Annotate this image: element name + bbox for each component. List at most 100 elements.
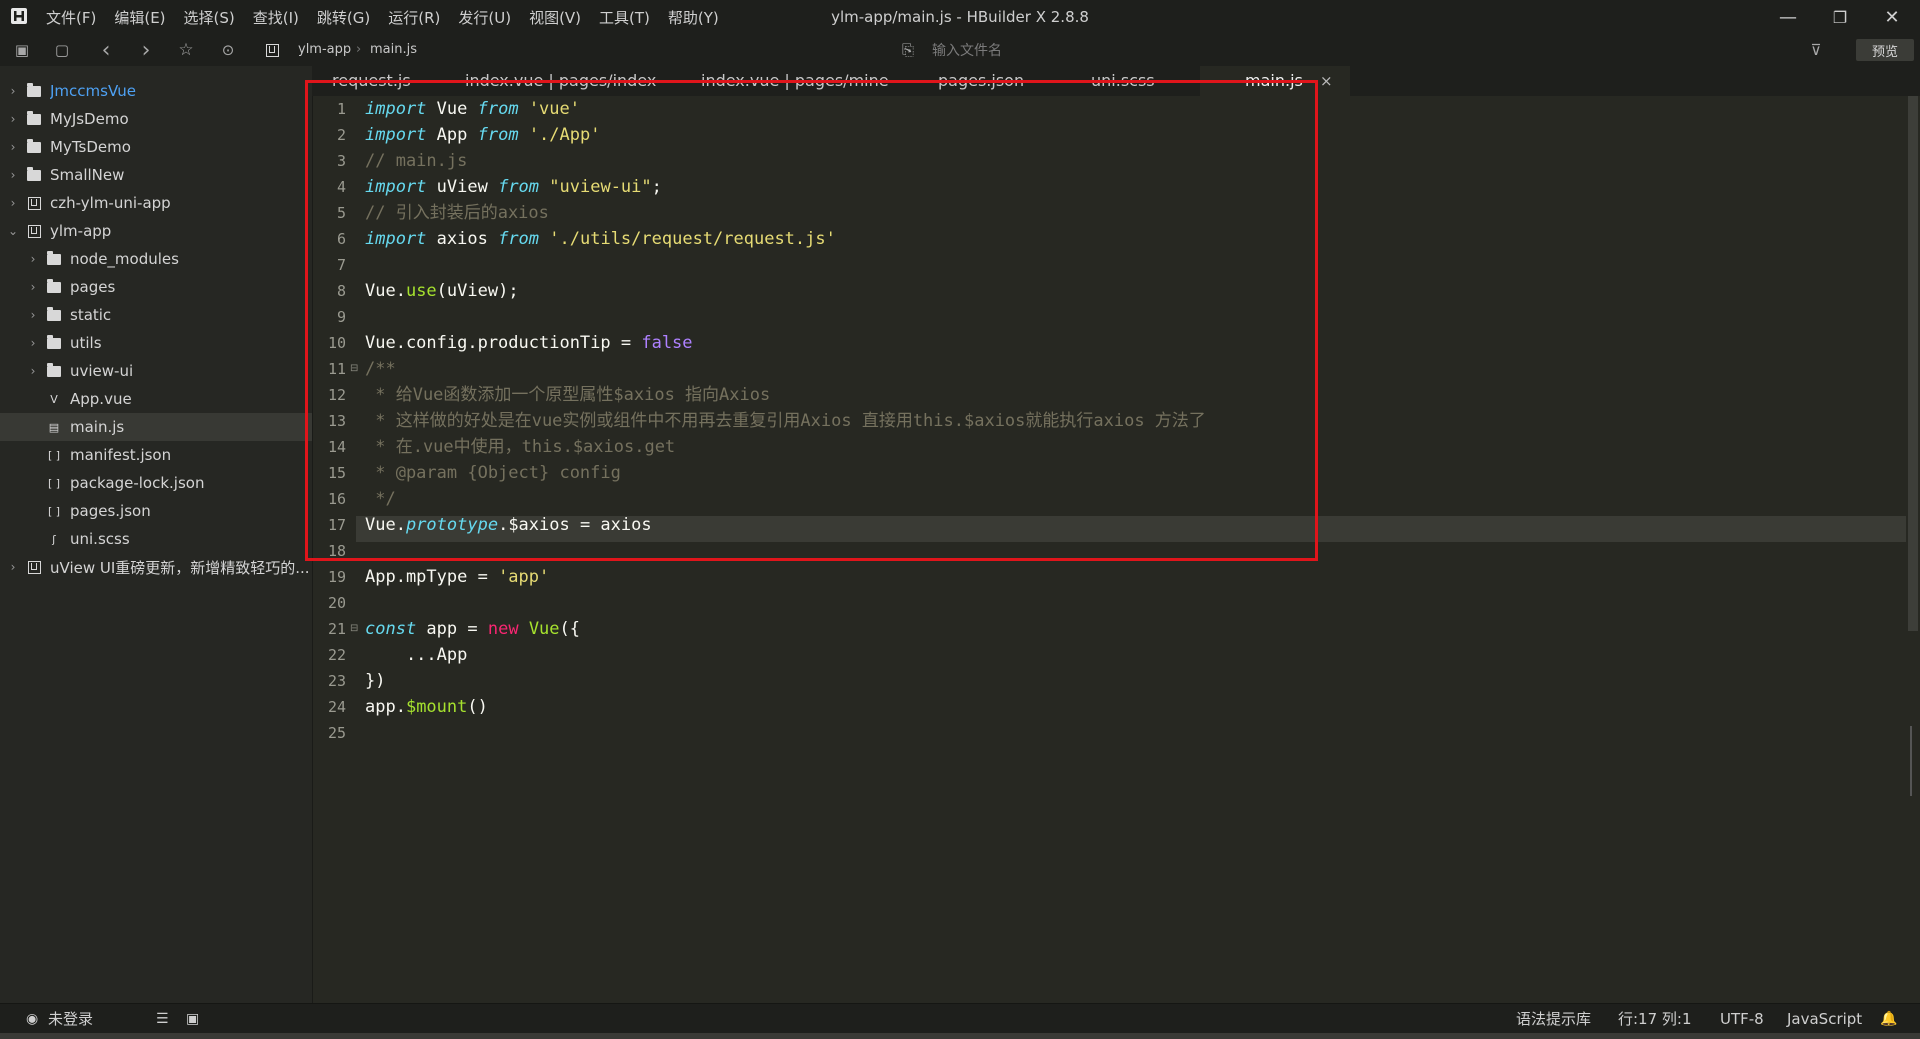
sidebar-item-label: pages.json	[70, 502, 151, 520]
breadcrumb-project[interactable]: ylm-app	[298, 34, 351, 66]
sidebar-item[interactable]: › pages	[0, 273, 312, 301]
breadcrumb-file[interactable]: main.js	[370, 34, 417, 66]
encoding[interactable]: UTF-8	[1720, 1004, 1764, 1034]
sidebar-item[interactable]: [ ] pages.json	[0, 497, 312, 525]
menu-item[interactable]: 帮助(Y)	[668, 7, 719, 28]
chevron-right-icon[interactable]: ›	[6, 196, 20, 210]
code-line[interactable]: Vue.config.productionTip = false	[365, 330, 693, 356]
new-file-icon[interactable]: ▣	[12, 40, 32, 60]
code-line[interactable]: const app = new Vue({	[365, 616, 580, 642]
chevron-right-icon[interactable]: ›	[6, 140, 20, 154]
code-line[interactable]: import Vue from 'vue'	[365, 96, 580, 122]
menu-item[interactable]: 文件(F)	[46, 7, 96, 28]
chevron-right-icon[interactable]: ›	[26, 308, 40, 322]
chevron-down-icon[interactable]: ⌄	[6, 224, 20, 238]
menu-item[interactable]: 跳转(G)	[317, 7, 370, 28]
vertical-scrollbar[interactable]	[1908, 96, 1918, 631]
code-line[interactable]: import App from './App'	[365, 122, 600, 148]
tab-index-vue-pages-mine[interactable]: index.vue | pages/mine	[701, 66, 889, 96]
chevron-right-icon[interactable]: ›	[6, 168, 20, 182]
restore-button[interactable]: ❐	[1814, 0, 1866, 34]
close-button[interactable]: ✕	[1866, 0, 1918, 34]
code-line[interactable]: * 给Vue函数添加一个原型属性$axios 指向Axios	[365, 382, 770, 408]
chevron-right-icon[interactable]: ›	[26, 280, 40, 294]
menu-item[interactable]: 查找(I)	[253, 7, 299, 28]
terminal-icon[interactable]: ▣	[186, 1004, 199, 1034]
sidebar-item[interactable]: › static	[0, 301, 312, 329]
run-icon[interactable]: ⊙	[218, 40, 238, 60]
cursor-position[interactable]: 行:17 列:1	[1618, 1004, 1692, 1034]
fold-marker-icon[interactable]: ⊟	[350, 356, 360, 382]
chevron-right-icon[interactable]: ›	[26, 252, 40, 266]
code-line[interactable]: // main.js	[365, 148, 467, 174]
sidebar-item[interactable]: › SmallNew	[0, 161, 312, 189]
code-line[interactable]: ...App	[365, 642, 467, 668]
preview-button[interactable]: 预览	[1856, 39, 1914, 61]
menu-item[interactable]: 工具(T)	[599, 7, 650, 28]
menu-item[interactable]: 视图(V)	[529, 7, 581, 28]
sidebar-item[interactable]: V App.vue	[0, 385, 312, 413]
chevron-right-icon[interactable]: ›	[26, 364, 40, 378]
menu-item[interactable]: 运行(R)	[388, 7, 440, 28]
code-line[interactable]: import uView from "uview-ui";	[365, 174, 662, 200]
code-line[interactable]: app.$mount()	[365, 694, 488, 720]
chevron-right-icon[interactable]: ›	[26, 336, 40, 350]
code-line[interactable]: * @param {Object} config	[365, 460, 621, 486]
code-line[interactable]: * 在.vue中使用，this.$axios.get	[365, 434, 675, 460]
sidebar-item[interactable]: ▤ main.js	[0, 413, 312, 441]
line-number: 12	[327, 386, 346, 404]
fold-marker-icon[interactable]: ⊟	[350, 616, 360, 642]
line-number: 10	[327, 334, 346, 352]
forward-icon[interactable]: ›	[136, 38, 156, 63]
code-line[interactable]: App.mpType = 'app'	[365, 564, 549, 590]
bookmark-star-icon[interactable]: ☆	[176, 40, 196, 60]
language-mode[interactable]: JavaScript	[1787, 1004, 1862, 1034]
syntax-library[interactable]: 语法提示库	[1516, 1004, 1591, 1034]
code-line[interactable]: Vue.prototype.$axios = axios	[365, 512, 652, 538]
outline-icon[interactable]: ☰	[156, 1004, 169, 1034]
sidebar-item[interactable]: › node_modules	[0, 245, 312, 273]
file-search-input[interactable]	[930, 39, 1434, 63]
code-line[interactable]: /**	[365, 356, 396, 382]
sidebar-item[interactable]: › MyJsDemo	[0, 105, 312, 133]
code-line[interactable]: // 引入封装后的axios	[365, 200, 549, 226]
sidebar-item[interactable]: ʃ uni.scss	[0, 525, 312, 553]
code-line[interactable]: import axios from './utils/request/reque…	[365, 226, 836, 252]
tab-index-vue-pages-index[interactable]: index.vue | pages/index	[465, 66, 656, 96]
sidebar-item[interactable]: › uView UI重磅更新，新增精致轻巧的...	[0, 553, 312, 581]
sidebar-item[interactable]: › uview-ui	[0, 357, 312, 385]
sidebar-item[interactable]: › utils	[0, 329, 312, 357]
sidebar-item[interactable]: › JmccmsVue	[0, 77, 312, 105]
login-status[interactable]: 未登录	[48, 1004, 93, 1034]
sidebar-item[interactable]: ⌄ ylm-app	[0, 217, 312, 245]
menu-item[interactable]: 发行(U)	[458, 7, 511, 28]
close-tab-icon[interactable]: ×	[1320, 66, 1333, 96]
menu-item[interactable]: 编辑(E)	[114, 7, 165, 28]
chevron-right-icon[interactable]: ›	[6, 560, 20, 574]
line-number-gutter: ⊟ ⊟ 1 2 3 4 5 6 7 8 9 10 11 12 13 14 15 16 17 18 19 20 21 22 2…	[312, 96, 358, 1003]
sidebar-item[interactable]: › MyTsDemo	[0, 133, 312, 161]
sidebar-item[interactable]: [ ] manifest.json	[0, 441, 312, 469]
save-icon[interactable]: ▢	[52, 40, 72, 60]
folder-icon	[26, 82, 42, 98]
code-line[interactable]: */	[365, 486, 395, 512]
tab-request-js[interactable]: request.js	[332, 66, 411, 96]
back-icon[interactable]: ‹	[96, 38, 116, 63]
tab-pages-json[interactable]: pages.json	[938, 66, 1024, 96]
sidebar-item[interactable]: › czh-ylm-uni-app	[0, 189, 312, 217]
tab-uni-scss[interactable]: uni.scss	[1091, 66, 1155, 96]
menu-item[interactable]: 选择(S)	[184, 7, 235, 28]
filter-icon[interactable]: ⊽	[1806, 40, 1826, 60]
code-line[interactable]: * 这样做的好处是在vue实例或组件中不用再去重复引用Axios 直接用this…	[365, 408, 1206, 434]
code-token: from	[498, 177, 540, 197]
minimize-button[interactable]: —	[1762, 0, 1814, 34]
code-line[interactable]: })	[365, 668, 385, 694]
tab-main-js[interactable]: main.js ×	[1200, 66, 1350, 96]
notification-bell-icon[interactable]: 🔔	[1880, 1004, 1897, 1034]
sidebar-item[interactable]: [ ] package-lock.json	[0, 469, 312, 497]
chevron-right-icon[interactable]: ›	[6, 84, 20, 98]
chevron-right-icon[interactable]: ›	[6, 112, 20, 126]
code-line[interactable]: Vue.use(uView);	[365, 278, 519, 304]
folder-icon	[26, 138, 42, 154]
